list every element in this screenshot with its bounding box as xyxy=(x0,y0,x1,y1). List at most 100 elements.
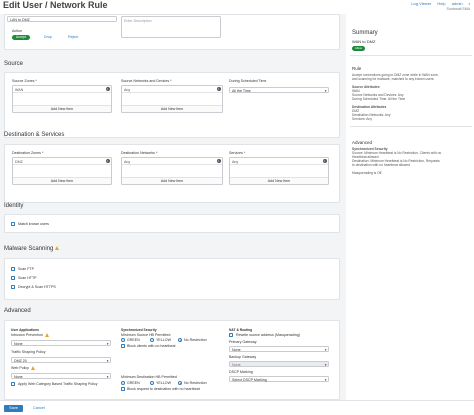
source-hb-yellow-radio[interactable] xyxy=(150,338,154,342)
action-accept-button[interactable]: Accept xyxy=(12,35,30,40)
log-viewer-link[interactable]: Log Viewer xyxy=(411,1,431,6)
source-zones-list[interactable]: WAN × Add New Item xyxy=(12,85,112,113)
destination-zones-add-button[interactable]: Add New Item xyxy=(13,177,111,184)
dest-hb-yellow-label: YELLOW xyxy=(156,381,171,385)
services-label: Services * xyxy=(229,151,246,155)
nat-routing-heading: NAT & Routing xyxy=(229,328,253,332)
destination-zones-label: Destination Zones * xyxy=(12,151,44,155)
help-link[interactable]: Help xyxy=(437,1,445,6)
block-clients-checkbox[interactable] xyxy=(121,344,125,348)
source-zones-add-button[interactable]: Add New Item xyxy=(13,105,111,112)
warning-icon xyxy=(55,246,60,251)
admin-menu[interactable]: admin xyxy=(452,1,463,6)
dest-hb-green-label: GREEN xyxy=(127,381,140,385)
remove-icon[interactable]: × xyxy=(105,159,110,163)
traffic-shaping-select[interactable]: DMZ 20 ▾ xyxy=(11,357,111,363)
services-add-button[interactable]: Add New Item xyxy=(230,177,328,184)
user-applications-heading: User Applications xyxy=(11,328,39,332)
schedule-select[interactable]: All the Time ▾ xyxy=(229,87,329,93)
dest-hb-none-radio[interactable] xyxy=(178,381,182,385)
source-network-item: Any xyxy=(124,87,131,92)
main-panel: LAN to DMZ Enter Description Action Acce… xyxy=(0,14,346,400)
primary-gateway-select[interactable]: None ▾ xyxy=(229,346,329,352)
dest-hb-yellow-radio[interactable] xyxy=(150,381,154,385)
block-request-label: Block request to destination with no hea… xyxy=(127,387,200,391)
summary-advanced-line: Masquerading is Off xyxy=(352,171,382,175)
advanced-section-title: Advanced xyxy=(4,308,31,314)
source-networks-label: Source Networks and Devices * xyxy=(121,79,172,83)
summary-rule-line: Services: Any xyxy=(352,117,372,121)
identity-card: Match known users xyxy=(4,214,340,233)
scan-ftp-checkbox[interactable] xyxy=(11,267,15,271)
dscp-marking-label: DSCP Marking xyxy=(229,370,253,374)
remove-icon[interactable]: × xyxy=(322,159,327,163)
source-hb-none-label: No Restriction xyxy=(184,338,207,342)
web-policy-select[interactable]: None ▾ xyxy=(11,373,111,379)
action-drop-button[interactable]: Drop xyxy=(44,35,52,39)
source-hb-yellow-label: YELLOW xyxy=(156,338,171,342)
dscp-marking-select[interactable]: Select DSCP Marking ▾ xyxy=(229,376,329,382)
cancel-button[interactable]: Cancel xyxy=(33,405,45,412)
rewrite-source-checkbox[interactable] xyxy=(229,333,233,337)
apply-web-category-checkbox[interactable] xyxy=(11,382,15,386)
divider xyxy=(350,55,472,56)
summary-advanced-heading: Advanced xyxy=(352,140,373,145)
warning-icon xyxy=(44,333,49,338)
destination-network-item: Any xyxy=(124,159,131,164)
scan-ftp-label: Scan FTP xyxy=(18,267,34,271)
summary-panel: Summary WAN to DMZ Allow Rule Accept con… xyxy=(350,14,474,400)
rewrite-source-label: Rewrite source address (Masquerading) xyxy=(236,333,300,337)
match-known-users-checkbox[interactable] xyxy=(11,222,15,226)
intrusion-prevention-label: Intrusion Prevention xyxy=(11,333,49,338)
source-networks-list[interactable]: Any × Add New Item xyxy=(121,85,223,113)
dest-hb-green-radio[interactable] xyxy=(121,381,125,385)
rule-name-input[interactable]: LAN to DMZ xyxy=(7,16,117,22)
source-hb-green-label: GREEN xyxy=(127,338,140,342)
destination-networks-label: Destination Networks * xyxy=(121,151,158,155)
destination-zone-item: DMZ xyxy=(15,159,23,164)
top-links: Log Viewer Help admin ▾ xyxy=(406,1,470,6)
page-title: Edit User / Network Rule xyxy=(3,0,108,10)
web-policy-label: Web Policy xyxy=(11,366,35,371)
min-source-hb-label: Minimum Source HB Permitted xyxy=(121,333,171,337)
chevron-down-icon: ▾ xyxy=(324,362,327,367)
malware-section-title: Malware Scanning xyxy=(4,246,60,252)
general-card: LAN to DMZ Enter Description Action Acce… xyxy=(4,14,340,50)
chevron-down-icon: ▾ xyxy=(324,377,327,382)
summary-rule-name: WAN to DMZ xyxy=(352,39,376,44)
intrusion-prevention-select[interactable]: None ▾ xyxy=(11,340,111,346)
destination-networks-list[interactable]: Any × Add New Item xyxy=(121,157,223,185)
chevron-down-icon: ▾ xyxy=(467,2,470,6)
destination-networks-add-button[interactable]: Add New Item xyxy=(122,177,222,184)
min-destination-hb-label: Minimum Destination HB Permitted xyxy=(121,375,177,379)
services-list[interactable]: Any × Add New Item xyxy=(229,157,329,185)
destination-section-title: Destination & Services xyxy=(4,132,65,138)
source-hb-green-radio[interactable] xyxy=(121,338,125,342)
footer-bar: Save Cancel xyxy=(0,400,474,415)
description-textarea[interactable]: Enter Description xyxy=(121,16,221,38)
chevron-down-icon: ▾ xyxy=(106,358,109,363)
source-networks-add-button[interactable]: Add New Item xyxy=(122,105,222,112)
destination-zones-list[interactable]: DMZ × Add New Item xyxy=(12,157,112,185)
scan-http-checkbox[interactable] xyxy=(11,276,15,280)
summary-rule-line: During Scheduled Time: All the Time xyxy=(352,97,406,101)
save-button[interactable]: Save xyxy=(4,405,23,412)
backup-gateway-select[interactable]: None ▾ xyxy=(229,361,329,367)
schedule-label: During Scheduled Time xyxy=(229,79,267,83)
summary-rule-line: and scanning for malware, matched to any… xyxy=(352,77,435,81)
warning-icon xyxy=(30,366,35,371)
source-hb-none-radio[interactable] xyxy=(178,338,182,342)
scan-https-checkbox[interactable] xyxy=(11,285,15,289)
action-reject-button[interactable]: Reject xyxy=(68,35,78,39)
remove-icon[interactable]: × xyxy=(216,159,221,163)
divider xyxy=(350,126,472,127)
backup-gateway-label: Backup Gateway xyxy=(229,355,257,359)
malware-card: Scan FTP Scan HTTP Decrypt & Scan HTTPS xyxy=(4,258,340,300)
match-known-users-label: Match known users xyxy=(18,222,49,226)
remove-icon[interactable]: × xyxy=(105,87,110,91)
synchronized-security-heading: Synchronized Security xyxy=(121,328,157,332)
block-request-checkbox[interactable] xyxy=(121,387,125,391)
remove-icon[interactable]: × xyxy=(216,87,221,91)
chevron-down-icon: ▾ xyxy=(324,347,327,352)
source-zone-item: WAN xyxy=(15,87,24,92)
